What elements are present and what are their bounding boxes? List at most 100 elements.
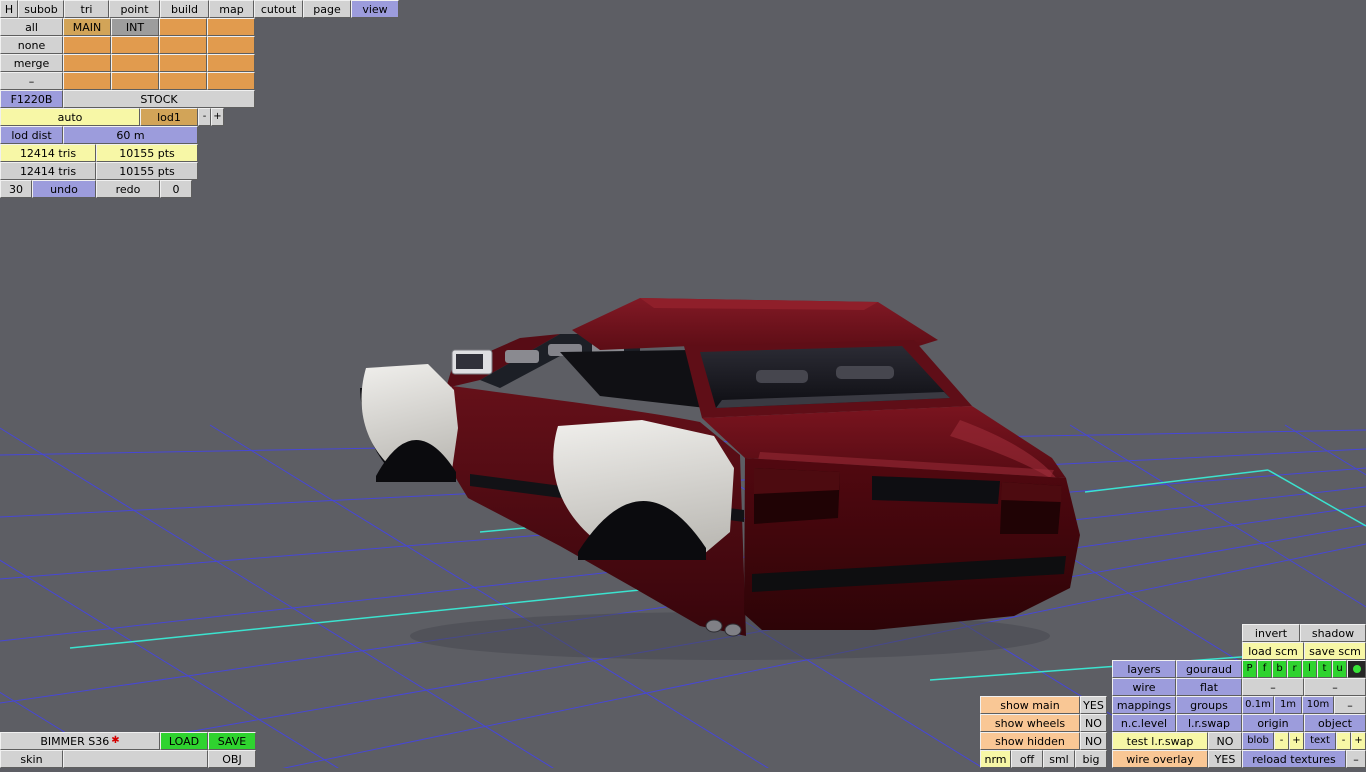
origin-object-row: origin object — [1242, 714, 1366, 732]
channel-r-button[interactable]: r — [1287, 660, 1302, 678]
submesh-slot[interactable] — [159, 36, 207, 54]
save-scm-button[interactable]: save scm — [1304, 642, 1366, 660]
dash-b-button[interactable]: – — [1304, 678, 1366, 696]
text-minus-button[interactable]: - — [1336, 732, 1351, 750]
grid-01m-button[interactable]: 0.1m — [1242, 696, 1274, 714]
shadow-button[interactable]: shadow — [1300, 624, 1366, 642]
blob-plus-button[interactable]: + — [1289, 732, 1304, 750]
layers-button[interactable]: layers — [1112, 660, 1176, 678]
show-wheels-value[interactable]: NO — [1080, 714, 1107, 732]
origin-button[interactable]: origin — [1242, 714, 1304, 732]
model-id-button[interactable]: F1220B — [0, 90, 63, 108]
show-hidden-button[interactable]: show hidden — [980, 732, 1080, 750]
test-lr-swap-button[interactable]: test l.r.swap — [1112, 732, 1208, 750]
channel-t-button[interactable]: t — [1317, 660, 1332, 678]
submesh-slot-int[interactable]: INT — [111, 18, 159, 36]
reload-dash-button[interactable]: – — [1346, 750, 1366, 768]
submesh-slot[interactable] — [159, 18, 207, 36]
select-all-button[interactable]: all — [0, 18, 63, 36]
tab-page[interactable]: page — [303, 0, 351, 18]
submesh-slot[interactable] — [111, 54, 159, 72]
gouraud-button[interactable]: gouraud — [1176, 660, 1242, 678]
load-scm-button[interactable]: load scm — [1242, 642, 1304, 660]
tab-hide[interactable]: H — [0, 0, 18, 18]
nclevel-row: n.c.level l.r.swap — [1112, 714, 1242, 732]
show-main-value[interactable]: YES — [1080, 696, 1107, 714]
submesh-slot[interactable] — [111, 72, 159, 90]
channel-p-button[interactable]: P — [1242, 660, 1257, 678]
channel-u-button[interactable]: u — [1332, 660, 1347, 678]
submesh-slot[interactable] — [63, 36, 111, 54]
text-button[interactable]: text — [1304, 732, 1336, 750]
lod-current-button[interactable]: lod1 — [140, 108, 198, 126]
submesh-slot[interactable] — [207, 72, 255, 90]
wire-flat-row: wire flat — [1112, 678, 1242, 696]
lod-dist-label[interactable]: lod dist — [0, 126, 63, 144]
show-main-button[interactable]: show main — [980, 696, 1080, 714]
nrm-button[interactable]: nrm — [980, 750, 1011, 768]
lod-plus-button[interactable]: + — [211, 108, 224, 126]
undo-button[interactable]: undo — [32, 180, 96, 198]
skin-button[interactable]: skin — [0, 750, 63, 768]
dash-row: – – — [1242, 678, 1366, 696]
dash-a-button[interactable]: – — [1242, 678, 1304, 696]
show-hidden-value[interactable]: NO — [1080, 732, 1107, 750]
obj-export-button[interactable]: OBJ — [208, 750, 256, 768]
blob-minus-button[interactable]: - — [1274, 732, 1289, 750]
save-button[interactable]: SAVE — [208, 732, 256, 750]
submesh-slot[interactable] — [159, 72, 207, 90]
config-name-button[interactable]: STOCK — [63, 90, 255, 108]
wire-button[interactable]: wire — [1112, 678, 1176, 696]
nrm-sml-button[interactable]: sml — [1043, 750, 1075, 768]
submesh-slot[interactable] — [63, 54, 111, 72]
channel-b-button[interactable]: b — [1272, 660, 1287, 678]
wire-overlay-value[interactable]: YES — [1208, 750, 1242, 768]
nc-level-button[interactable]: n.c.level — [1112, 714, 1176, 732]
reload-textures-button[interactable]: reload textures — [1242, 750, 1346, 768]
text-plus-button[interactable]: + — [1351, 732, 1366, 750]
load-button[interactable]: LOAD — [160, 732, 208, 750]
groups-button[interactable]: groups — [1176, 696, 1242, 714]
submesh-slot[interactable] — [207, 54, 255, 72]
tab-build[interactable]: build — [160, 0, 209, 18]
tab-tri[interactable]: tri — [64, 0, 109, 18]
mappings-button[interactable]: mappings — [1112, 696, 1176, 714]
selection-row-none: none — [0, 36, 255, 54]
flat-button[interactable]: flat — [1176, 678, 1242, 696]
lr-swap-button[interactable]: l.r.swap — [1176, 714, 1242, 732]
channel-indicator-button[interactable] — [1347, 660, 1366, 678]
nrm-off-button[interactable]: off — [1011, 750, 1043, 768]
tab-cutout[interactable]: cutout — [254, 0, 303, 18]
wire-overlay-button[interactable]: wire overlay — [1112, 750, 1208, 768]
lod-auto-button[interactable]: auto — [0, 108, 140, 126]
submesh-slot[interactable] — [159, 54, 207, 72]
submesh-slot[interactable] — [111, 36, 159, 54]
submesh-slot[interactable] — [63, 72, 111, 90]
invert-button[interactable]: invert — [1242, 624, 1300, 642]
submesh-slot-main[interactable]: MAIN — [63, 18, 111, 36]
grid-dash-button[interactable]: – — [1334, 696, 1366, 714]
tab-point[interactable]: point — [109, 0, 160, 18]
car-name-button[interactable]: BIMMER S36 ✱ — [0, 732, 160, 750]
selection-dash-button[interactable]: – — [0, 72, 63, 90]
grid-10m-button[interactable]: 10m — [1302, 696, 1334, 714]
submesh-slot[interactable] — [207, 18, 255, 36]
test-lr-swap-value[interactable]: NO — [1208, 732, 1242, 750]
lod-minus-button[interactable]: - — [198, 108, 211, 126]
skin-name-field[interactable] — [63, 750, 208, 768]
merge-button[interactable]: merge — [0, 54, 63, 72]
submesh-slot[interactable] — [207, 36, 255, 54]
lod-dist-value[interactable]: 60 m — [63, 126, 198, 144]
select-none-button[interactable]: none — [0, 36, 63, 54]
channel-l-button[interactable]: l — [1302, 660, 1317, 678]
tab-map[interactable]: map — [209, 0, 254, 18]
tab-subob[interactable]: subob — [18, 0, 64, 18]
blob-button[interactable]: blob — [1242, 732, 1274, 750]
grid-1m-button[interactable]: 1m — [1274, 696, 1302, 714]
object-button[interactable]: object — [1304, 714, 1366, 732]
show-wheels-button[interactable]: show wheels — [980, 714, 1080, 732]
redo-button[interactable]: redo — [96, 180, 160, 198]
nrm-big-button[interactable]: big — [1075, 750, 1107, 768]
channel-f-button[interactable]: f — [1257, 660, 1272, 678]
tab-view[interactable]: view — [351, 0, 399, 18]
